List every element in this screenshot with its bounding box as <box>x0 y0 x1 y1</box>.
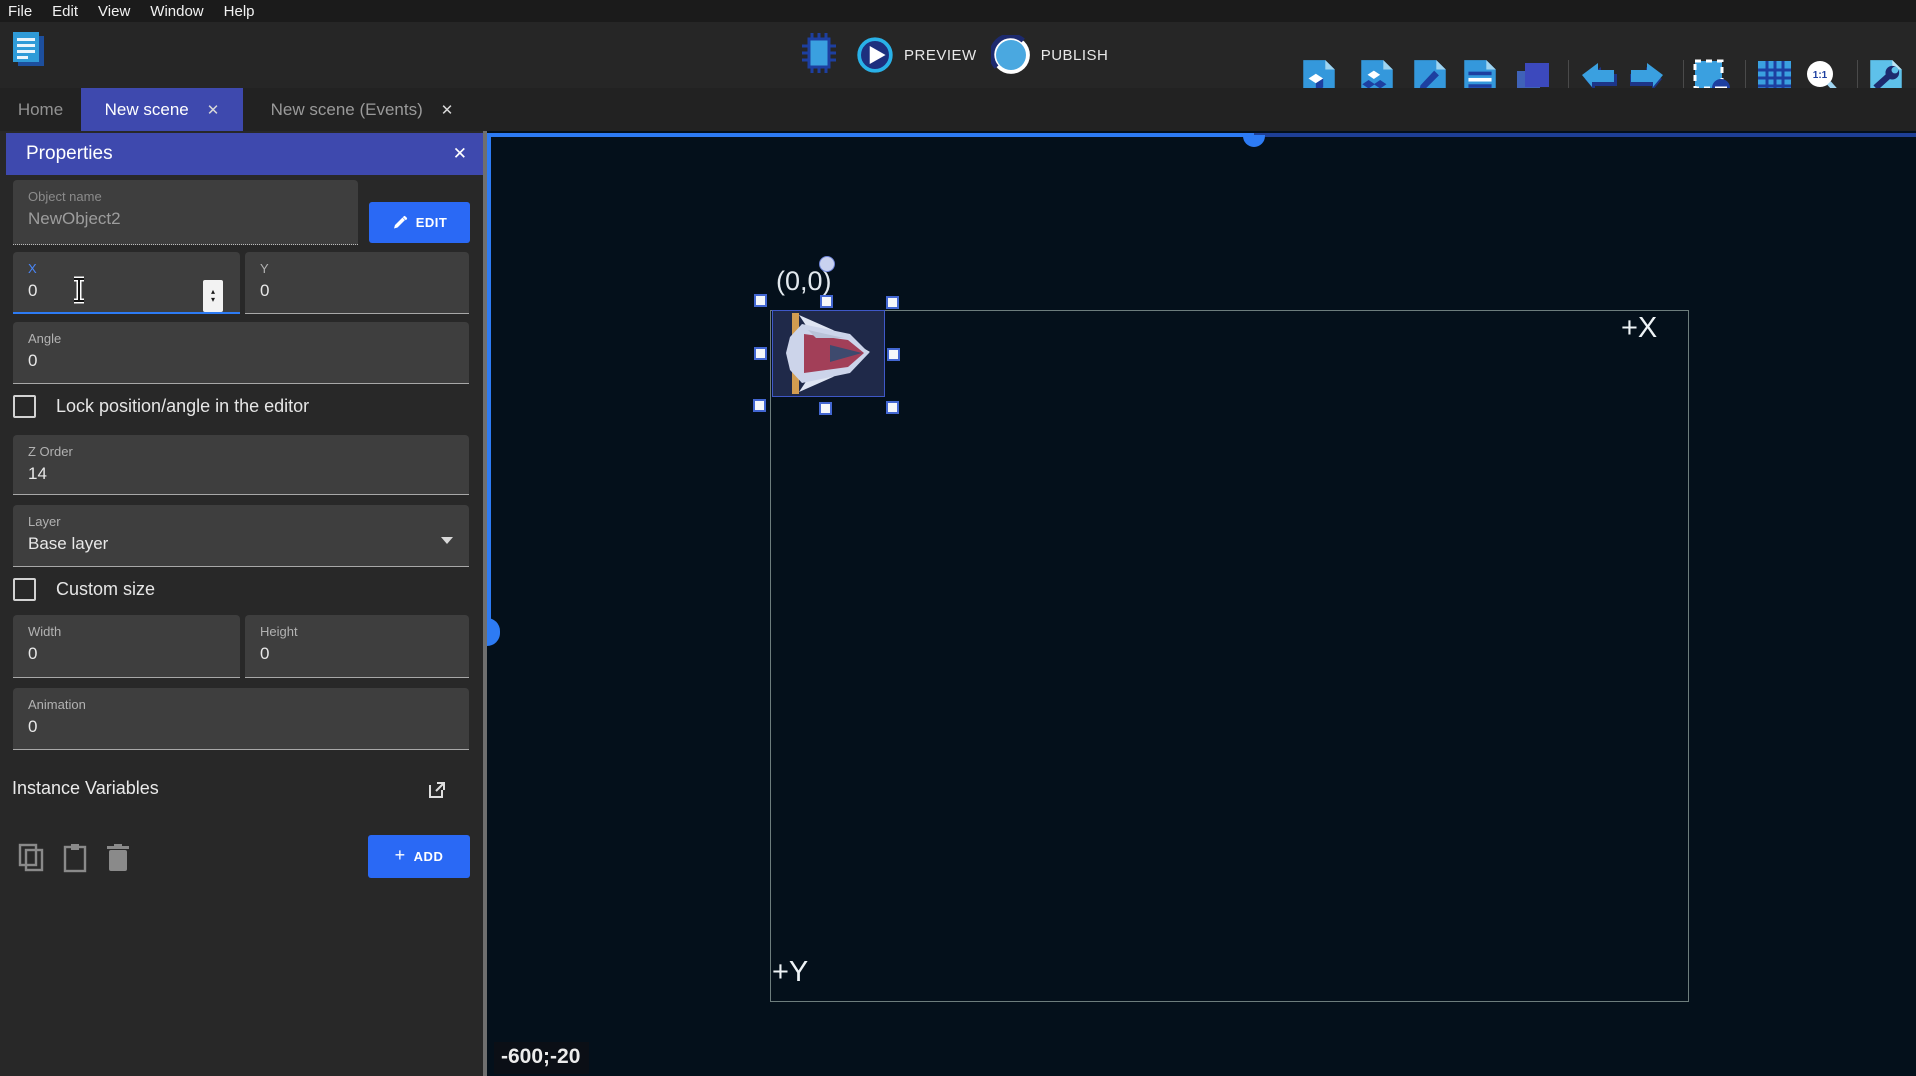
horizontal-scrollbar[interactable] <box>487 133 1254 137</box>
selected-object-instance[interactable] <box>772 310 885 397</box>
height-input[interactable]: Height 0 <box>245 615 469 678</box>
add-button-label: ADD <box>414 849 444 864</box>
z-order-label: Z Order <box>28 444 469 459</box>
publish-label: PUBLISH <box>1041 47 1109 64</box>
project-manager-icon[interactable] <box>8 28 50 72</box>
svg-text:1:1: 1:1 <box>1813 70 1828 81</box>
preview-button[interactable]: PREVIEW <box>856 36 977 74</box>
tab-home-label: Home <box>18 100 63 120</box>
properties-title: Properties <box>26 143 113 165</box>
selection-handle-bottom-left[interactable] <box>753 399 766 412</box>
y-axis-label: +Y <box>772 956 808 989</box>
menu-file[interactable]: File <box>8 3 32 20</box>
selection-handle-top-center[interactable] <box>820 295 833 308</box>
tab-new-scene-events[interactable]: New scene (Events) ✕ <box>243 88 481 131</box>
x-label: X <box>28 261 240 276</box>
custom-size-label: Custom size <box>56 579 155 600</box>
selection-handle-mid-left[interactable] <box>754 347 767 360</box>
lock-position-label: Lock position/angle in the editor <box>56 396 309 417</box>
height-value: 0 <box>260 644 469 664</box>
selection-handle-mid-right[interactable] <box>887 348 900 361</box>
publish-globe-icon <box>991 35 1031 75</box>
ibeam-cursor <box>70 276 88 309</box>
vertical-scrollbar[interactable] <box>487 133 491 633</box>
selection-handle-top-left[interactable] <box>754 294 767 307</box>
spinner-down-icon[interactable]: ▾ <box>211 296 215 304</box>
y-position-input[interactable]: Y 0 <box>245 252 469 314</box>
gdevelop-window: File Edit View Window Help <box>0 0 1916 1076</box>
tab-close-icon[interactable]: ✕ <box>441 101 454 119</box>
height-label: Height <box>260 624 469 639</box>
animation-input[interactable]: Animation 0 <box>13 688 469 750</box>
x-spinner[interactable]: ▴ ▾ <box>203 280 223 312</box>
width-value: 0 <box>28 644 240 664</box>
menu-bar: File Edit View Window Help <box>0 0 1916 22</box>
close-panel-icon[interactable]: ✕ <box>453 144 467 164</box>
paste-icon[interactable] <box>62 843 89 878</box>
instance-variables-actions <box>18 843 130 878</box>
menu-help[interactable]: Help <box>224 3 255 20</box>
selection-handle-bottom-right[interactable] <box>886 401 899 414</box>
add-variable-button[interactable]: + ADD <box>368 835 470 878</box>
z-order-value: 14 <box>28 464 469 484</box>
spaceship-sprite <box>773 311 884 396</box>
plus-icon: + <box>395 845 406 866</box>
main-toolbar: PREVIEW PUBLISH <box>0 22 1916 88</box>
menu-edit[interactable]: Edit <box>52 3 78 20</box>
debugger-icon[interactable] <box>796 31 842 80</box>
edit-button-label: EDIT <box>416 215 448 230</box>
publish-button[interactable]: PUBLISH <box>991 35 1109 75</box>
rotation-handle[interactable] <box>819 256 835 272</box>
selection-handle-top-right[interactable] <box>886 296 899 309</box>
properties-panel-header: Properties ✕ <box>6 133 483 175</box>
scene-window-border <box>770 310 1689 1002</box>
tab-close-icon[interactable]: ✕ <box>207 101 220 119</box>
layer-value: Base layer <box>28 534 469 554</box>
width-input[interactable]: Width 0 <box>13 615 240 678</box>
x-position-input[interactable]: X 0 ▴ ▾ <box>13 252 240 314</box>
cursor-coordinates-badge: -600;-20 <box>494 1042 589 1074</box>
y-label: Y <box>260 261 469 276</box>
menu-window[interactable]: Window <box>150 3 203 20</box>
animation-label: Animation <box>28 697 469 712</box>
layer-label: Layer <box>28 514 469 529</box>
object-name-field: Object name NewObject2 <box>13 180 358 245</box>
open-variables-editor-icon[interactable] <box>426 779 448 806</box>
animation-value: 0 <box>28 717 469 737</box>
delete-trash-icon[interactable] <box>106 843 130 878</box>
angle-label: Angle <box>28 331 469 346</box>
edit-button[interactable]: EDIT <box>369 202 470 243</box>
object-name-value: NewObject2 <box>28 209 358 229</box>
tab-new-scene-label: New scene <box>105 100 189 120</box>
tab-home[interactable]: Home <box>0 88 81 131</box>
tab-bar: Home New scene ✕ New scene (Events) ✕ <box>0 88 1916 131</box>
width-label: Width <box>28 624 240 639</box>
instance-variables-title: Instance Variables <box>12 778 159 799</box>
angle-input[interactable]: Angle 0 <box>13 322 469 384</box>
chevron-down-icon[interactable] <box>441 537 453 544</box>
x-axis-label: +X <box>1621 312 1657 345</box>
custom-size-row: Custom size <box>13 578 155 601</box>
z-order-input[interactable]: Z Order 14 <box>13 435 469 495</box>
layer-select[interactable]: Layer Base layer <box>13 505 469 567</box>
selection-handle-bottom-center[interactable] <box>819 402 832 415</box>
lock-position-checkbox[interactable] <box>13 395 36 418</box>
horizontal-scrollbar[interactable] <box>1254 133 1916 137</box>
pencil-icon <box>392 215 408 231</box>
preview-label: PREVIEW <box>904 47 977 64</box>
lock-position-row: Lock position/angle in the editor <box>13 395 309 418</box>
play-icon <box>856 36 894 74</box>
y-value: 0 <box>260 281 469 301</box>
angle-value: 0 <box>28 351 469 371</box>
custom-size-checkbox[interactable] <box>13 578 36 601</box>
copy-icon[interactable] <box>18 843 45 878</box>
tab-new-scene[interactable]: New scene ✕ <box>81 88 243 131</box>
menu-view[interactable]: View <box>98 3 130 20</box>
object-name-label: Object name <box>28 189 358 204</box>
tab-new-scene-events-label: New scene (Events) <box>271 100 423 120</box>
